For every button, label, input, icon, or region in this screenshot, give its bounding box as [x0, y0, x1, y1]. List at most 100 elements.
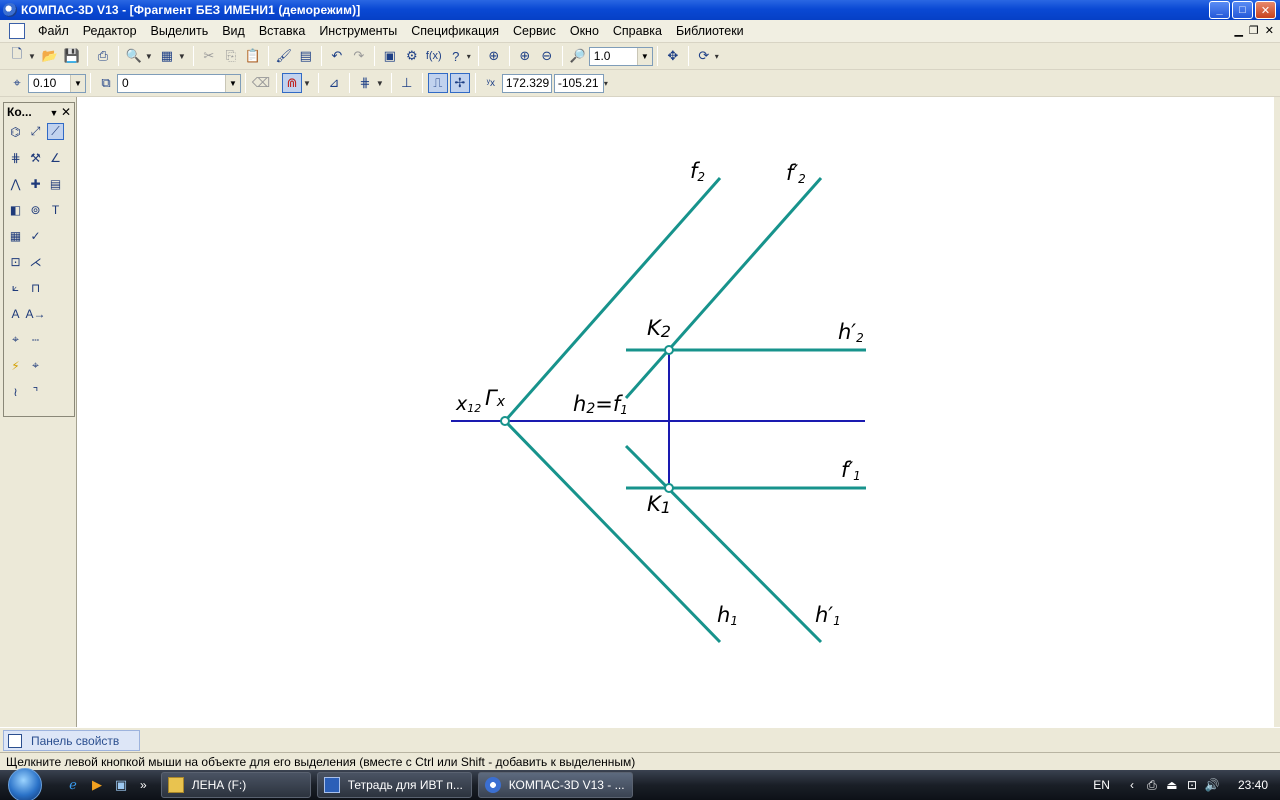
doc-close-icon[interactable]: ✕: [1265, 24, 1274, 37]
trace-f2-line[interactable]: [503, 177, 722, 422]
compact-panel-menu-icon[interactable]: ▼ ✕: [50, 105, 71, 119]
menu-service[interactable]: Сервис: [506, 24, 563, 38]
kompas-app-icon[interactable]: [3, 3, 17, 17]
close-button[interactable]: ✕: [1255, 1, 1276, 19]
check-icon[interactable]: ✓: [27, 227, 44, 244]
print-icon[interactable]: ⎙: [93, 46, 113, 66]
step-dropdown-icon[interactable]: ▼: [70, 74, 85, 92]
tree-icon[interactable]: ▣: [380, 46, 400, 66]
refresh-icon[interactable]: ⟳: [694, 46, 714, 66]
clock[interactable]: 23:40: [1238, 778, 1268, 792]
properties-icon[interactable]: ▤: [296, 46, 316, 66]
start-button[interactable]: [4, 768, 46, 800]
paste-icon[interactable]: 📋: [243, 46, 263, 66]
edit-icon[interactable]: ⤢: [27, 123, 44, 140]
grid-dropdown-icon[interactable]: ▼: [376, 79, 384, 88]
menu-insert[interactable]: Вставка: [252, 24, 312, 38]
zoom-dropdown-icon[interactable]: ▼: [636, 47, 652, 65]
doc-restore-icon[interactable]: ❐: [1249, 24, 1259, 37]
cut-icon[interactable]: ✂: [199, 46, 219, 66]
corner-icon[interactable]: ⌝: [27, 383, 44, 400]
hammer-icon[interactable]: ⚒: [27, 149, 44, 166]
zoom-combo[interactable]: 1.0 ▼: [588, 46, 653, 66]
task-word[interactable]: Тетрадь для ИВТ п...: [316, 772, 472, 798]
quick-launch-more-icon[interactable]: »: [140, 778, 147, 792]
menu-libraries[interactable]: Библиотеки: [669, 24, 751, 38]
snaps-icon[interactable]: ✢: [449, 73, 470, 93]
angle-dim-icon[interactable]: ∠: [47, 149, 64, 166]
preview-dropdown-icon[interactable]: ▼: [145, 52, 153, 61]
task-kompas[interactable]: КОМПАС-3D V13 - ...: [477, 772, 633, 798]
target-icon[interactable]: ⌖: [27, 357, 44, 374]
menu-help[interactable]: Справка: [606, 24, 669, 38]
show-desktop-icon[interactable]: ▣: [112, 776, 130, 794]
zoom-out-icon[interactable]: ⊖: [537, 46, 557, 66]
redo-icon[interactable]: ↷: [349, 46, 369, 66]
toolbar2-overflow-icon[interactable]: ▾: [604, 79, 608, 88]
manager-dropdown-icon[interactable]: ▼: [178, 52, 186, 61]
roughness-icon[interactable]: ⋌: [27, 253, 44, 270]
new-document-icon[interactable]: 🗋: [7, 46, 27, 66]
minimize-button[interactable]: _: [1209, 1, 1230, 19]
point-k1[interactable]: [664, 483, 674, 493]
zoom-window-icon[interactable]: ⊕: [484, 46, 504, 66]
preview-icon[interactable]: 🔍: [124, 46, 144, 66]
save-icon[interactable]: 💾: [62, 46, 82, 66]
format-brush-icon[interactable]: 🖌: [274, 46, 294, 66]
help-pointer-icon[interactable]: ?: [446, 46, 466, 66]
restore-button[interactable]: □: [1232, 1, 1253, 19]
zoom-scale-icon[interactable]: 🔎: [568, 46, 588, 66]
printer-tray-icon[interactable]: ⎙: [1144, 777, 1160, 793]
parametrize-icon[interactable]: ⟋: [47, 123, 64, 140]
snap-dropdown-icon[interactable]: ▼: [303, 79, 311, 88]
menu-select[interactable]: Выделить: [144, 24, 216, 38]
volume-icon[interactable]: 🔊: [1204, 777, 1220, 793]
safely-remove-icon[interactable]: ⏏: [1164, 777, 1180, 793]
lightning-icon[interactable]: ⚡: [7, 357, 24, 374]
polyline-icon[interactable]: ⋀: [7, 175, 24, 192]
ortho-mode-icon[interactable]: ⎍: [427, 73, 448, 93]
library-manager-icon[interactable]: ⚙: [402, 46, 422, 66]
snap-magnet-icon[interactable]: ⋒: [282, 73, 302, 93]
wave-icon[interactable]: ≀: [7, 383, 24, 400]
drawing-svg[interactable]: f2 f′2 K2 h′2 x12 Гx h2=f1 f′1 K1 h1 h′1: [77, 97, 1275, 727]
open-icon[interactable]: 📂: [40, 46, 60, 66]
base-mark-icon[interactable]: ⊡: [7, 253, 24, 270]
tray-expand-icon[interactable]: ‹: [1124, 777, 1140, 793]
ie-icon[interactable]: ℯ: [64, 776, 82, 794]
undo-icon[interactable]: ↶: [327, 46, 347, 66]
compact-panel-header[interactable]: Ко... ▼ ✕: [4, 103, 74, 120]
menu-view[interactable]: Вид: [215, 24, 252, 38]
doc-minimize-icon[interactable]: ▁: [1234, 24, 1242, 37]
pan-icon[interactable]: ✥: [663, 46, 683, 66]
dash-line-icon[interactable]: ┄: [27, 331, 44, 348]
text-icon[interactable]: T: [47, 201, 64, 218]
drawing-canvas[interactable]: f2 f′2 K2 h′2 x12 Гx h2=f1 f′1 K1 h1 h′1: [76, 97, 1274, 727]
hatch-icon[interactable]: ⋕: [7, 149, 24, 166]
menu-editor[interactable]: Редактор: [76, 24, 144, 38]
zoom-in-icon[interactable]: ⊕: [515, 46, 535, 66]
fragment-icon[interactable]: ⊚: [27, 201, 44, 218]
coord-x-field[interactable]: 172.329: [501, 73, 552, 93]
text-arrow-icon[interactable]: A→: [26, 305, 46, 322]
network-icon[interactable]: ⊡: [1184, 777, 1200, 793]
toolbar1-end-overflow-icon[interactable]: ▾: [715, 52, 719, 61]
grid-step-icon[interactable]: ⌖: [7, 73, 27, 93]
position-icon[interactable]: ⊓: [27, 279, 44, 296]
language-indicator[interactable]: EN: [1093, 778, 1110, 792]
menu-window[interactable]: Окно: [563, 24, 606, 38]
text-style-icon[interactable]: A: [7, 305, 24, 322]
menu-specification[interactable]: Спецификация: [404, 24, 506, 38]
manager-icon[interactable]: ▦: [157, 46, 177, 66]
menu-file[interactable]: Файл: [31, 24, 76, 38]
local-cs-icon[interactable]: ⊿: [324, 73, 344, 93]
point-snap-icon[interactable]: ✚: [27, 175, 44, 192]
leader-icon[interactable]: ⟀: [7, 279, 24, 296]
coord-y-field[interactable]: -105.21: [553, 73, 604, 93]
new-dropdown-icon[interactable]: ▼: [28, 52, 36, 61]
task-lena[interactable]: ЛЕНА (F:): [160, 772, 311, 798]
point-k2[interactable]: [664, 345, 674, 355]
document-page-icon[interactable]: ▤: [47, 175, 64, 192]
view-icon[interactable]: ◧: [7, 201, 24, 218]
ortho-axes-icon[interactable]: ⊥: [397, 73, 417, 93]
